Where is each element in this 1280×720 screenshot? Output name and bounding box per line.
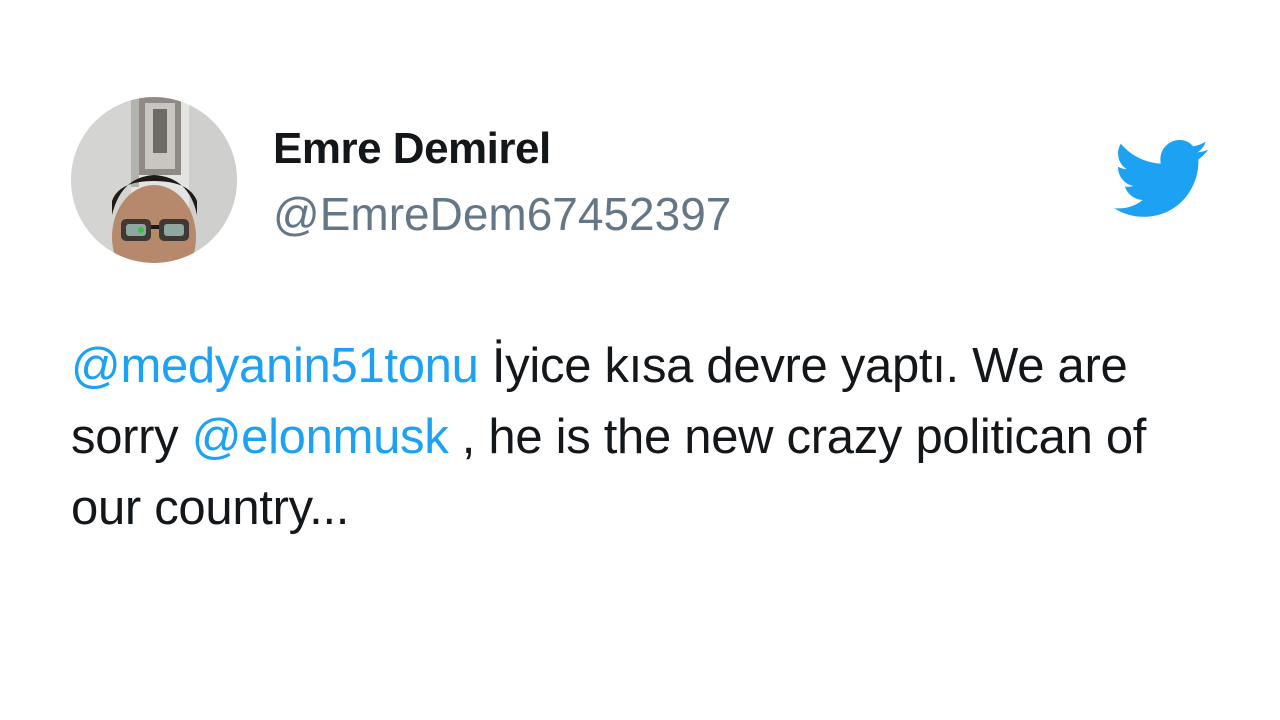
tweet-card: Emre Demirel @EmreDem67452397 @medyanin5… xyxy=(0,0,1280,720)
display-name[interactable]: Emre Demirel xyxy=(273,124,551,174)
twitter-bird-icon xyxy=(1114,140,1210,220)
avatar[interactable] xyxy=(71,97,237,263)
tweet-text: @medyanin51tonu İyice kısa devre yaptı. … xyxy=(71,331,1211,544)
mention-link-medyanin51tonu[interactable]: @medyanin51tonu xyxy=(71,339,479,393)
mention-link-elonmusk[interactable]: @elonmusk xyxy=(192,410,449,464)
user-handle[interactable]: @EmreDem67452397 xyxy=(273,187,731,241)
profile-photo-icon xyxy=(71,97,237,263)
